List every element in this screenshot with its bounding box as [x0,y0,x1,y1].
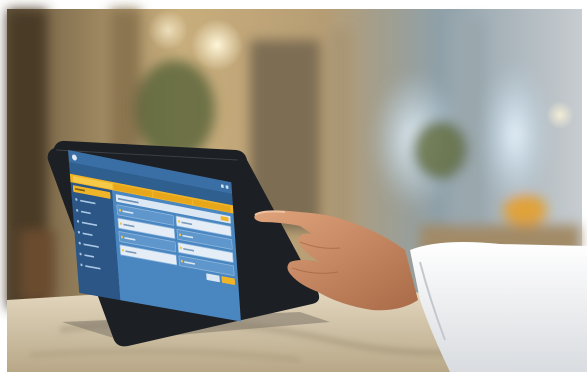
ceiling-light [191,19,243,71]
secondary-button[interactable] [206,273,220,283]
menu-icon[interactable] [220,184,224,189]
primary-button[interactable] [221,276,236,286]
header-action-button[interactable] [220,215,229,222]
app-logo-icon [71,153,78,161]
settings-icon[interactable] [225,185,229,190]
photo [0,0,587,378]
app-bar-icons [220,184,229,190]
